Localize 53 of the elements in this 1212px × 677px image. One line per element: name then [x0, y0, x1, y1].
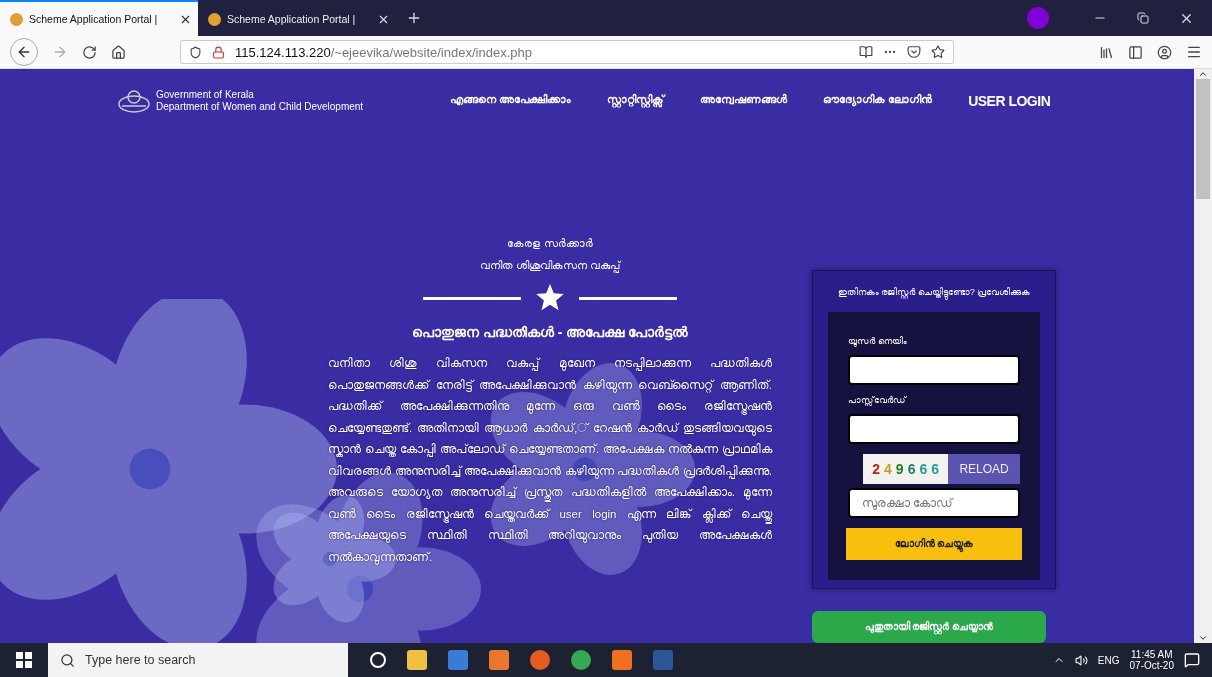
search-icon	[60, 652, 75, 668]
login-title: ഇതിനകം രജിസ്റ്റർ ചെയ്തിട്ടുണ്ടോ? പ്രവേശിക്കുക	[837, 287, 1031, 298]
org-name: Government of Kerala	[156, 88, 255, 101]
org-name: Department of Women and Child Development	[156, 100, 365, 113]
browser-icon[interactable]	[530, 650, 550, 670]
library-icon[interactable]	[1099, 44, 1114, 60]
browser-tab[interactable]: Scheme Application Portal |	[198, 0, 396, 36]
scrollbar[interactable]	[1194, 69, 1212, 643]
language-indicator[interactable]: ENG	[1097, 654, 1120, 666]
reader-icon[interactable]	[859, 45, 873, 59]
back-icon[interactable]	[16, 44, 32, 60]
nav-link[interactable]: എങ്ങനെ അപേക്ഷിക്കാം	[450, 92, 572, 109]
clock-date: 07-Oct-20	[1129, 660, 1174, 671]
star-icon[interactable]	[931, 45, 945, 59]
taskbar-search[interactable]: Type here to search	[48, 643, 348, 677]
shield-icon	[189, 45, 202, 59]
subtitle: കേരള സർക്കാർ	[507, 236, 593, 251]
menu-icon[interactable]	[1186, 44, 1202, 60]
volume-icon[interactable]	[1074, 653, 1088, 667]
description-paragraph: വനിതാ ശിശു വികസന വകുപ്പ് മുഖേന നടപ്പിലാക്കുന്ന പദ്ധതികൾ പൊതുജനങ്ങൾക്ക് നേരിട്ട് അപേക്ഷിക്കുവാൻ കഴിയുന്ന വെബ്സൈറ്റ് ആണിത്. പദ്ധതിക്ക് അപേക്ഷിക്കുന്നതിനു മുന്നേ ഒരു വൺ ടൈം രജിസ്ട്രേഷൻ ചെയ്യേണ്ടതുണ്ട്. അതിനായി ആധാർ കാർഡ്,് റേഷൻ കാർഡ് തുടങ്ങിയവയുടെ സ്കാൻ ചെയ്ത കോപ്പി അപ്‌ലോഡ് ചെയ്യേണ്ടതാണ്. അപേക്ഷക നൽകുന്ന പ്രാഥമിക വിവരങ്ങൾ അനുസരിച്ച് അപേക്ഷിക്കുവാൻ കഴിയുന്ന പദ്ധതികൾ പ്രദർശിപ്പിക്കുന്നു. അവരുടെ യോഗ്യത അനുസരിച്ച് പ്രസ്തുത പദ്ധതികളിൽ അപേക്ഷിക്കാം. മുന്നേ വൺ ടൈം രജിസ്ട്രേഷൻ ചെയ്തവർക്ക് user login എന്ന ലിങ്ക് ക്ലിക്ക് ചെയ്തു അപേക്ഷയുടെ സ്ഥിതി സ്ഥിതി അറിയുവാനും പുതിയ അപേക്ഷകൾ നൽകാവുന്നതാണ്.	[328, 356, 772, 567]
task-view-icon[interactable]	[370, 652, 386, 668]
reload-icon[interactable]	[82, 44, 97, 60]
clock-time: 11:45 AM	[1131, 649, 1173, 660]
nav-link[interactable]: ഔദ്യോഗിക ലോഗിൻ	[823, 92, 933, 109]
reload-button[interactable]: RELOAD	[948, 454, 1020, 484]
security-code-field[interactable]: സുരക്ഷാ കോഡ്	[848, 488, 1020, 518]
subtitle: വനിത ശിശുവികസന വകുപ്പ്	[479, 258, 621, 275]
scroll-down-icon[interactable]	[1198, 633, 1208, 643]
field-label: പാസ്സ്‌വേർഡ്	[848, 395, 908, 406]
star-icon	[535, 284, 565, 312]
lock-icon	[212, 45, 225, 59]
sidebar-icon[interactable]	[1128, 44, 1143, 60]
page-heading: പൊതുജന പദ്ധതികൾ - അപേക്ഷ പോർട്ടൽ	[411, 324, 689, 341]
scroll-thumb[interactable]	[1196, 79, 1210, 199]
scroll-up-icon[interactable]	[1198, 69, 1208, 79]
emblem-icon	[116, 87, 152, 114]
address-bar[interactable]: 115.124.113.220/~ejeevika/website/index/index.php	[180, 40, 954, 64]
field-label: യൂസർ നെയിം	[848, 336, 908, 347]
nav-link[interactable]: അന്വേഷണങ്ങൾ	[700, 92, 788, 109]
favicon-icon	[208, 12, 221, 26]
favicon-icon	[10, 12, 23, 26]
login-button[interactable]: ലോഗിൻ ചെയ്യുക	[846, 528, 1022, 560]
nav-link[interactable]: USER LOGIN	[968, 92, 1051, 109]
input-field[interactable]	[848, 414, 1020, 444]
pocket-icon[interactable]	[907, 45, 921, 59]
browser-icon[interactable]	[571, 650, 591, 670]
input-field[interactable]	[848, 355, 1020, 385]
browser-tab[interactable]: Scheme Application Portal |	[0, 0, 198, 36]
notification-icon[interactable]	[1184, 652, 1200, 668]
home-icon[interactable]	[111, 44, 126, 60]
restore-icon[interactable]	[1137, 12, 1149, 24]
account-icon[interactable]	[1157, 44, 1172, 60]
nav-link[interactable]: സ്റ്റാറ്റിസ്റ്റിക്സ്	[607, 92, 665, 109]
